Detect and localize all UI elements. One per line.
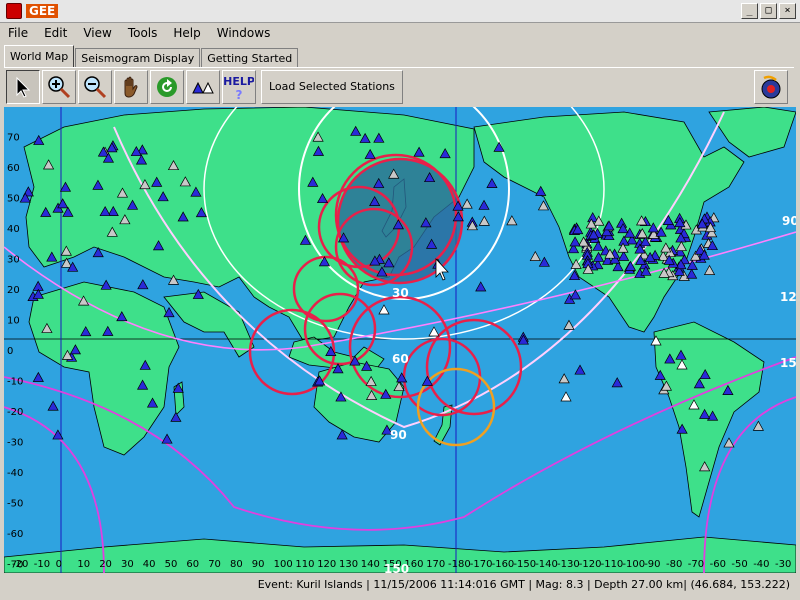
load-selected-stations-button[interactable]: Load Selected Stations xyxy=(261,70,403,104)
longitude-tick-label: -150 xyxy=(513,559,536,570)
longitude-tick-label: 140 xyxy=(361,559,380,570)
menu-file[interactable]: File xyxy=(0,26,36,40)
longitude-tick-label: 0 xyxy=(56,559,62,570)
longitude-tick-label: 110 xyxy=(295,559,314,570)
help-button[interactable]: HELP ? xyxy=(222,70,256,104)
longitude-tick-label: -40 xyxy=(753,559,769,570)
latitude-tick-label: 0 xyxy=(7,346,13,357)
help-label: HELP xyxy=(224,75,254,88)
longitude-tick-label: -100 xyxy=(622,559,645,570)
close-button[interactable]: × xyxy=(779,3,796,19)
maximize-button[interactable]: □ xyxy=(760,3,777,19)
longitude-tick-label: -80 xyxy=(666,559,682,570)
world-map-canvas[interactable]: -20 -10 0 10 20 30 40 50 60 70 80 90 100 110 120 130 140… xyxy=(4,107,796,573)
latitude-tick-label: 70 xyxy=(7,133,20,144)
longitude-tick-label: 120 xyxy=(317,559,336,570)
longitude-tick-label: 10 xyxy=(77,559,90,570)
event-status-text: Event: Kuril Islands | 11/15/2006 11:14:… xyxy=(257,578,790,591)
distance-label-150-a: 150 xyxy=(780,356,796,370)
latitude-tick-label: -50 xyxy=(7,499,23,510)
longitude-tick-label: -90 xyxy=(644,559,660,570)
station-triangles-icon xyxy=(192,81,214,94)
longitude-tick-label: -180 xyxy=(448,559,471,570)
network-status-button[interactable] xyxy=(754,70,788,104)
menu-bar: File Edit View Tools Help Windows xyxy=(0,22,800,43)
zoom-out-icon xyxy=(84,76,107,99)
stations-button[interactable] xyxy=(186,70,220,104)
window-controls: _ □ × xyxy=(741,3,796,19)
latitude-tick-label: 50 xyxy=(7,194,20,205)
network-globe-icon xyxy=(761,75,781,99)
distance-label-90-b: 90 xyxy=(782,214,796,228)
longitude-tick-label: 170 xyxy=(426,559,445,570)
longitude-tick-label: -170 xyxy=(470,559,493,570)
longitude-tick-label: 20 xyxy=(99,559,112,570)
longitude-tick-label: -110 xyxy=(601,559,624,570)
menu-tools[interactable]: Tools xyxy=(120,26,166,40)
latitude-tick-label: -40 xyxy=(7,468,23,479)
tab-getting-started[interactable]: Getting Started xyxy=(201,48,299,68)
longitude-tick-label: -160 xyxy=(492,559,515,570)
refresh-icon xyxy=(157,77,177,97)
longitude-tick-label: -120 xyxy=(579,559,602,570)
help-icon: HELP ? xyxy=(224,75,254,102)
latitude-tick-label: 60 xyxy=(7,163,20,174)
tab-world-map[interactable]: World Map xyxy=(4,45,75,68)
tab-strip: World Map Seismogram Display Getting Sta… xyxy=(4,45,299,68)
zoom-in-icon xyxy=(48,76,71,99)
latitude-tick-label: 30 xyxy=(7,255,20,266)
distance-label-120: 120 xyxy=(780,290,796,304)
hand-icon xyxy=(124,76,138,98)
select-tool-button[interactable] xyxy=(6,70,40,104)
distance-label-60: 60 xyxy=(392,352,409,366)
latitude-tick-label: 40 xyxy=(7,224,20,235)
longitude-tick-label: 70 xyxy=(208,559,221,570)
status-bar: Event: Kuril Islands | 11/15/2006 11:14:… xyxy=(4,574,796,596)
minimize-button[interactable]: _ xyxy=(741,3,758,19)
arrow-pointer-icon xyxy=(16,76,31,98)
latitude-tick-label: -30 xyxy=(7,438,23,449)
longitude-tick-label: 40 xyxy=(143,559,156,570)
menu-help[interactable]: Help xyxy=(165,26,208,40)
longitude-tick-label: -60 xyxy=(710,559,726,570)
latitude-tick-label: -60 xyxy=(7,529,23,540)
longitude-tick-label: 50 xyxy=(165,559,178,570)
tab-seismogram-display[interactable]: Seismogram Display xyxy=(75,48,201,68)
latitude-tick-label: -10 xyxy=(7,377,23,388)
world-map[interactable]: -20 -10 0 10 20 30 40 50 60 70 80 90 100 110 120 130 140… xyxy=(4,107,796,573)
longitude-tick-label: -70 xyxy=(688,559,704,570)
menu-view[interactable]: View xyxy=(75,26,119,40)
app-icon xyxy=(6,3,22,19)
latitude-tick-label: 10 xyxy=(7,316,20,327)
longitude-tick-label: -140 xyxy=(535,559,558,570)
window-title: GEE xyxy=(26,4,59,18)
latitude-tick-label: -20 xyxy=(7,407,23,418)
longitude-tick-label: 80 xyxy=(230,559,243,570)
toolbar: HELP ? Load Selected Stations xyxy=(4,67,794,106)
menu-edit[interactable]: Edit xyxy=(36,26,75,40)
pan-button[interactable] xyxy=(114,70,148,104)
title-bar: GEE _ □ × xyxy=(0,0,800,23)
zoom-in-button[interactable] xyxy=(42,70,76,104)
longitude-tick-label: 60 xyxy=(186,559,199,570)
refresh-button[interactable] xyxy=(150,70,184,104)
latitude-tick-label: 20 xyxy=(7,285,20,296)
longitude-tick-label: -10 xyxy=(34,559,50,570)
longitude-tick-label: -130 xyxy=(557,559,580,570)
longitude-tick-label: 100 xyxy=(274,559,293,570)
longitude-tick-label: 130 xyxy=(339,559,358,570)
svg-text:?: ? xyxy=(236,88,243,102)
longitude-tick-label: 30 xyxy=(121,559,134,570)
distance-label-150-b: 150 xyxy=(384,562,409,573)
longitude-tick-label: -50 xyxy=(731,559,747,570)
menu-windows[interactable]: Windows xyxy=(209,26,279,40)
distance-label-30: 30 xyxy=(392,286,409,300)
longitude-tick-label: 90 xyxy=(252,559,265,570)
zoom-out-button[interactable] xyxy=(78,70,112,104)
latitude-tick-label: -70 xyxy=(7,560,23,571)
distance-label-90-a: 90 xyxy=(390,428,407,442)
longitude-tick-label: -30 xyxy=(775,559,791,570)
